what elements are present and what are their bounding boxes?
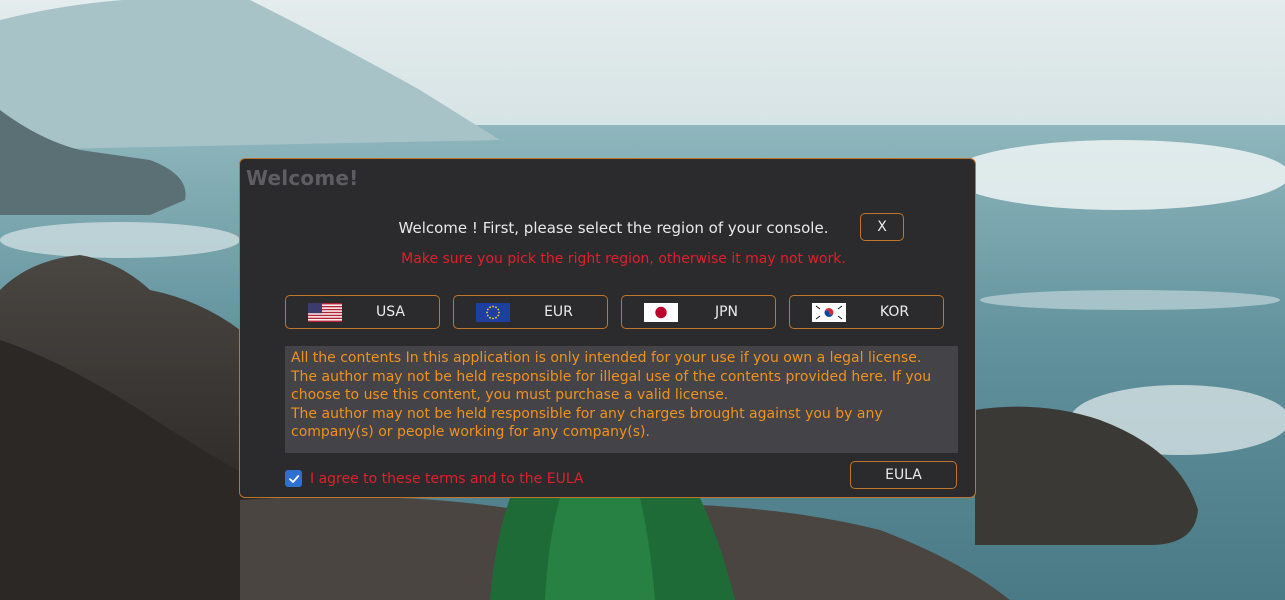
agree-label[interactable]: I agree to these terms and to the EULA — [310, 471, 584, 487]
region-button-eur[interactable]: EUR — [453, 295, 608, 329]
korea-flag-icon — [812, 303, 846, 322]
disclaimer-text-box: All the contents In this application is … — [285, 346, 958, 453]
close-button[interactable]: X — [860, 213, 904, 241]
usa-flag-icon — [308, 303, 342, 322]
agree-checkbox[interactable] — [285, 470, 302, 487]
region-label-kor: KOR — [879, 304, 910, 320]
disclaimer-line: The author may not be held responsible f… — [291, 405, 883, 441]
agree-row: I agree to these terms and to the EULA — [285, 470, 584, 487]
region-warning: Make sure you pick the right region, oth… — [401, 251, 846, 267]
disclaimer-line: All the contents In this application is … — [291, 350, 922, 366]
disclaimer-line: The author may not be held responsible f… — [291, 368, 932, 404]
region-label-jpn: JPN — [714, 304, 739, 320]
japan-flag-icon — [644, 303, 678, 322]
region-label-usa: USA — [376, 304, 405, 320]
region-label-eur: EUR — [544, 304, 573, 320]
eu-flag-icon — [476, 303, 510, 322]
dialog-title: Welcome! — [246, 166, 359, 190]
welcome-dialog: Welcome! Welcome ! First, please select … — [239, 158, 976, 498]
region-button-jpn[interactable]: JPN — [621, 295, 776, 329]
eula-button[interactable]: EULA — [850, 461, 957, 489]
region-button-usa[interactable]: USA — [285, 295, 440, 329]
region-button-kor[interactable]: KOR — [789, 295, 944, 329]
checkmark-icon — [288, 474, 299, 483]
